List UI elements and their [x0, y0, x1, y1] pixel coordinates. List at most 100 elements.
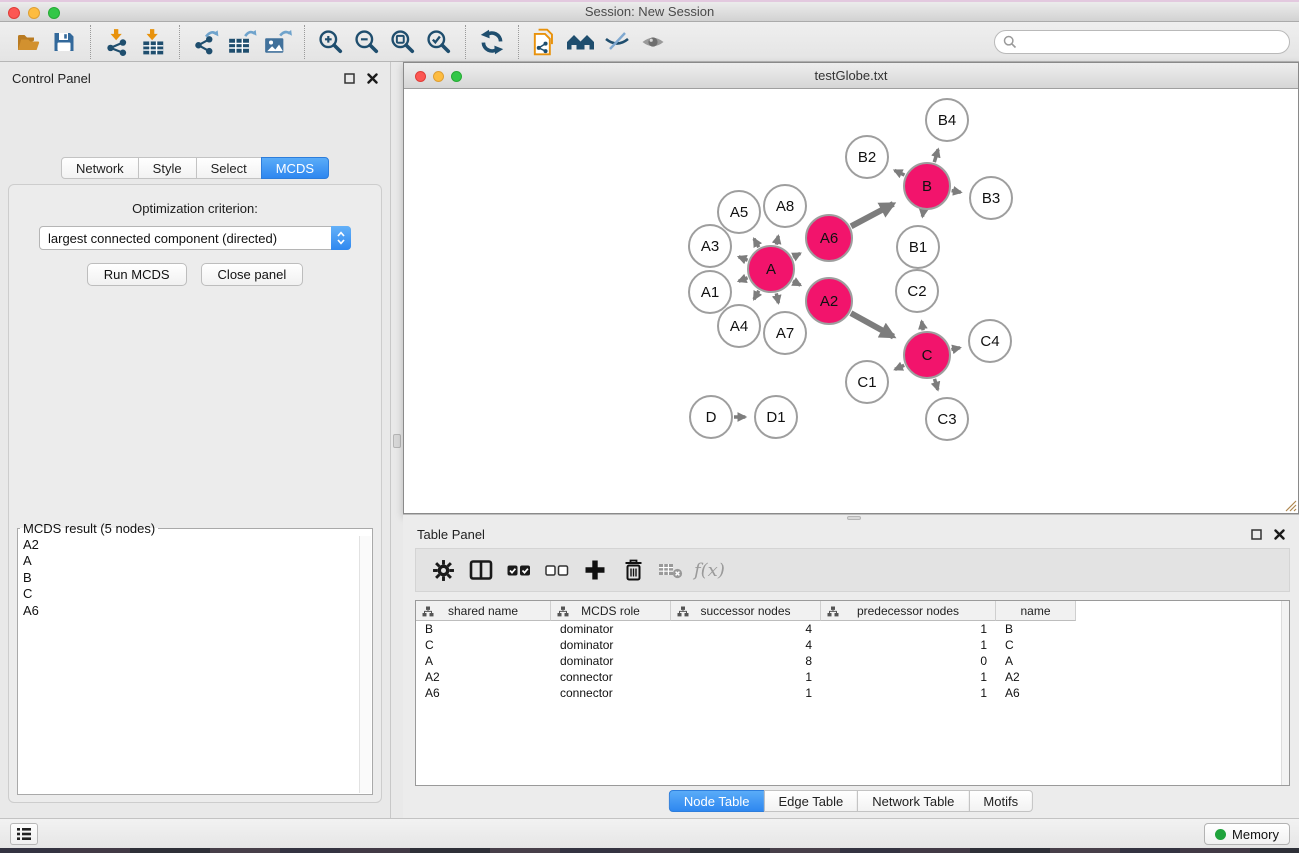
window-titlebar[interactable]: Session: New Session — [0, 0, 1299, 22]
tab-network[interactable]: Network — [61, 157, 139, 179]
table-row[interactable]: A2connector11A2 — [416, 669, 1289, 685]
graph-edge-A-A7[interactable] — [776, 293, 778, 303]
import-network-from-db-button[interactable] — [527, 25, 563, 59]
table-scrollbar[interactable] — [1281, 601, 1289, 785]
graph-node-A5[interactable]: A5 — [718, 191, 760, 233]
graph-node-C[interactable]: C — [904, 332, 950, 378]
show-details-button[interactable] — [635, 25, 671, 59]
search-field[interactable] — [994, 30, 1290, 54]
memory-button[interactable]: Memory — [1204, 823, 1290, 845]
table-row[interactable]: Bdominator41B — [416, 621, 1289, 637]
minimize-network-window-button[interactable] — [433, 71, 444, 82]
graph-node-B3[interactable]: B3 — [970, 177, 1012, 219]
graph-edge-A6-B[interactable] — [851, 204, 893, 226]
save-session-button[interactable] — [46, 25, 82, 59]
tab-style[interactable]: Style — [138, 157, 197, 179]
graph-edge-A-A8[interactable] — [776, 236, 778, 245]
graph-node-B2[interactable]: B2 — [846, 136, 888, 178]
result-item[interactable]: A2 — [23, 537, 359, 553]
panel-list-button[interactable] — [10, 823, 38, 845]
export-image-button[interactable] — [260, 25, 296, 59]
search-input[interactable] — [1017, 32, 1289, 52]
unselect-all-button[interactable] — [538, 551, 576, 589]
open-session-button[interactable] — [10, 25, 46, 59]
result-scrollbar[interactable] — [359, 536, 371, 793]
graph-node-C4[interactable]: C4 — [969, 320, 1011, 362]
graph-node-A3[interactable]: A3 — [689, 225, 731, 267]
graph-edge-B-B1[interactable] — [923, 211, 924, 217]
close-table-panel-button[interactable] — [1274, 529, 1285, 540]
criterion-select[interactable]: largest connected component (directed) — [39, 226, 351, 250]
graph-node-A1[interactable]: A1 — [689, 271, 731, 313]
column-header-successor-nodes[interactable]: successor nodes — [671, 601, 821, 621]
zoom-selected-button[interactable] — [421, 25, 457, 59]
graph-edge-B-B3[interactable] — [952, 191, 961, 193]
select-all-button[interactable] — [500, 551, 538, 589]
graph-node-D1[interactable]: D1 — [755, 396, 797, 438]
hide-details-button[interactable] — [599, 25, 635, 59]
network-graph[interactable]: B4B2BB3A8A5A6A3B1AA1C2A2A4A7C4CC1C3DD1 — [404, 89, 1298, 513]
graph-node-A2[interactable]: A2 — [806, 278, 852, 324]
graph-node-A7[interactable]: A7 — [764, 312, 806, 354]
resize-grip-icon[interactable] — [1284, 499, 1297, 512]
graph-node-B1[interactable]: B1 — [897, 226, 939, 268]
import-table-button[interactable] — [135, 25, 171, 59]
function-builder-button[interactable]: f(x) — [694, 560, 725, 581]
graph-edge-C-C1[interactable] — [895, 365, 904, 369]
graph-node-A8[interactable]: A8 — [764, 185, 806, 227]
close-panel-button[interactable]: Close panel — [201, 263, 304, 286]
graph-node-A6[interactable]: A6 — [806, 215, 852, 261]
graph-node-C3[interactable]: C3 — [926, 398, 968, 440]
mcds-result-list[interactable]: A2ABCA6 — [19, 536, 359, 793]
zoom-network-window-button[interactable] — [451, 71, 462, 82]
result-item[interactable]: A6 — [23, 603, 359, 619]
refresh-layout-button[interactable] — [474, 25, 510, 59]
delete-column-button[interactable] — [614, 551, 652, 589]
graph-edge-C-C3[interactable] — [935, 379, 938, 390]
tab-edge-table[interactable]: Edge Table — [763, 790, 858, 812]
node-table[interactable]: shared nameMCDS rolesuccessor nodesprede… — [415, 600, 1290, 786]
export-table-button[interactable] — [224, 25, 260, 59]
column-header-mcds-role[interactable]: MCDS role — [551, 601, 671, 621]
column-header-name[interactable]: name — [996, 601, 1076, 621]
graph-node-A4[interactable]: A4 — [718, 305, 760, 347]
graph-node-D[interactable]: D — [690, 396, 732, 438]
graph-edge-A-A5[interactable] — [754, 239, 759, 247]
result-item[interactable]: A — [23, 553, 359, 569]
tab-network-table[interactable]: Network Table — [857, 790, 969, 812]
column-header-predecessor-nodes[interactable]: predecessor nodes — [821, 601, 996, 621]
graph-edge-B-B4[interactable] — [934, 149, 938, 162]
table-row[interactable]: Adominator80A — [416, 653, 1289, 669]
zoom-out-button[interactable] — [349, 25, 385, 59]
vertical-splitter[interactable] — [390, 62, 403, 818]
tab-node-table[interactable]: Node Table — [669, 790, 765, 812]
splitter-grip[interactable] — [393, 434, 401, 448]
table-row[interactable]: Cdominator41C — [416, 637, 1289, 653]
graph-edge-A-A6[interactable] — [793, 253, 800, 257]
tab-motifs[interactable]: Motifs — [968, 790, 1033, 812]
graph-edge-B-B2[interactable] — [895, 170, 905, 175]
add-column-button[interactable] — [576, 551, 614, 589]
close-network-window-button[interactable] — [415, 71, 426, 82]
column-header-shared-name[interactable]: shared name — [416, 601, 551, 621]
result-item[interactable]: B — [23, 570, 359, 586]
graph-edge-A2-C[interactable] — [851, 313, 894, 337]
export-network-button[interactable] — [188, 25, 224, 59]
float-table-panel-button[interactable] — [1251, 529, 1262, 540]
graph-edge-A-A1[interactable] — [739, 278, 748, 281]
graph-node-A[interactable]: A — [748, 246, 794, 292]
run-mcds-button[interactable]: Run MCDS — [87, 263, 187, 286]
home-button[interactable] — [563, 25, 599, 59]
graph-edge-A-A3[interactable] — [739, 257, 748, 260]
show-columns-button[interactable] — [462, 551, 500, 589]
network-window-titlebar[interactable]: testGlobe.txt — [404, 63, 1298, 89]
graph-edge-C-C2[interactable] — [922, 321, 923, 330]
zoom-fit-button[interactable] — [385, 25, 421, 59]
float-panel-button[interactable] — [344, 73, 355, 84]
graph-node-C2[interactable]: C2 — [896, 270, 938, 312]
graph-node-B4[interactable]: B4 — [926, 99, 968, 141]
table-row[interactable]: A6connector11A6 — [416, 685, 1289, 701]
table-settings-button[interactable] — [424, 551, 462, 589]
graph-node-B[interactable]: B — [904, 163, 950, 209]
graph-edge-A-A2[interactable] — [793, 281, 801, 285]
